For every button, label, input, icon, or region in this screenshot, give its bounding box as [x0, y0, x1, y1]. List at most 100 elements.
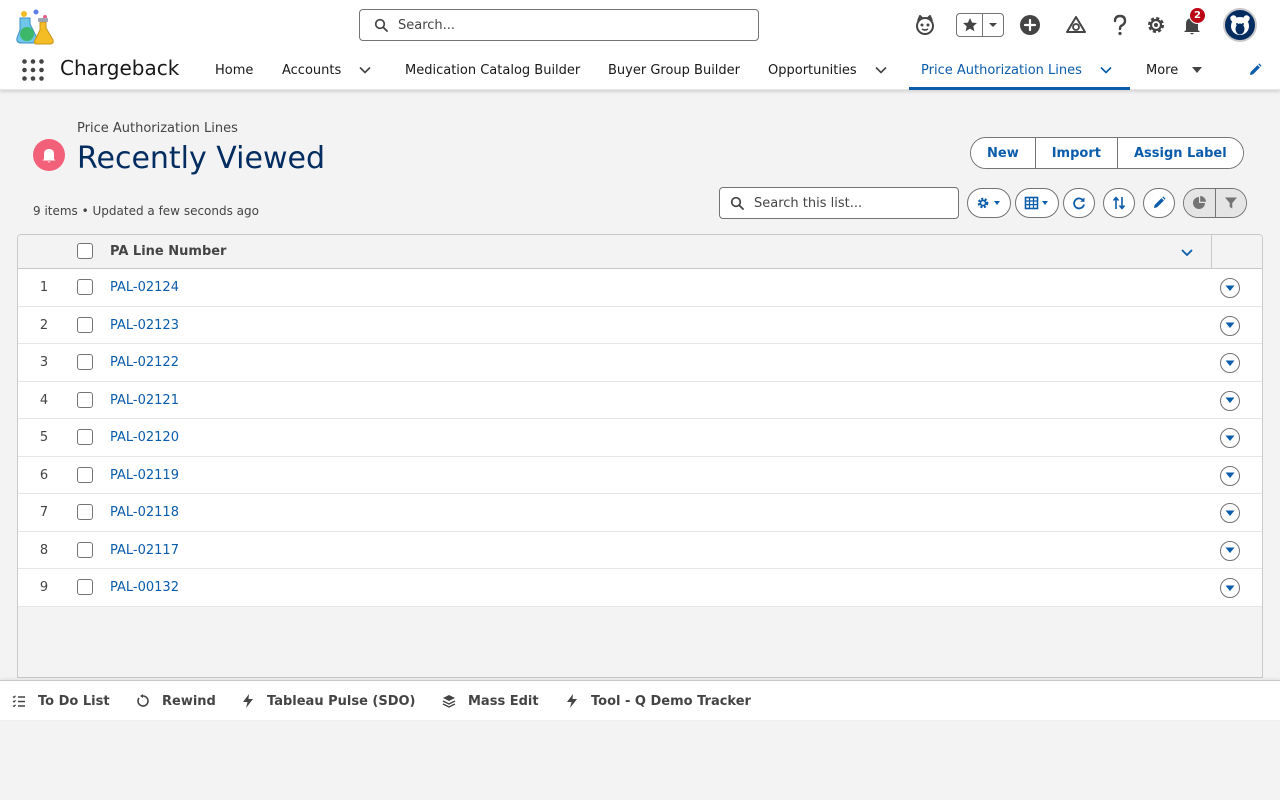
utility-item-to-do-list[interactable]: To Do List	[12, 681, 110, 721]
row-number: 7	[39, 505, 49, 520]
column-divider	[1211, 235, 1212, 269]
app-launcher-icon[interactable]	[21, 58, 45, 82]
app-name: Chargeback	[60, 56, 180, 80]
list-settings-button[interactable]	[967, 188, 1011, 218]
bolt-icon	[241, 694, 255, 708]
refresh-button[interactable]	[1063, 188, 1095, 218]
display-as-table-button[interactable]	[1015, 188, 1059, 218]
logo-icon[interactable]	[16, 8, 56, 46]
nav-item-price-authorization-lines[interactable]: Price Authorization Lines	[921, 50, 1082, 90]
row-checkbox[interactable]	[77, 504, 93, 520]
nav-item-medication-catalog-builder[interactable]: Medication Catalog Builder	[405, 50, 580, 90]
column-header-pa-line-number[interactable]: PA Line Number	[110, 244, 226, 259]
layers-icon	[442, 694, 456, 708]
new-button[interactable]: New	[971, 138, 1035, 168]
table-header: PA Line Number	[18, 235, 1262, 269]
help-icon[interactable]	[1106, 11, 1134, 39]
utility-bar: To Do List Rewind Tableau Pulse (SDO) Ma…	[0, 680, 1280, 720]
einstein-icon[interactable]	[911, 11, 939, 39]
edit-list-button[interactable]	[1143, 188, 1175, 218]
global-search-input[interactable]	[398, 17, 738, 33]
row-number: 2	[39, 317, 49, 333]
utility-item-rewind[interactable]: Rewind	[136, 681, 216, 721]
chevron-down-icon[interactable]	[983, 14, 1003, 36]
nav-item-accounts[interactable]: Accounts	[282, 50, 341, 90]
chevron-down-icon[interactable]	[1098, 62, 1114, 78]
table-row: 6 PAL-02119	[18, 456, 1262, 494]
table-row: 2 PAL-02123	[18, 306, 1262, 344]
row-action-menu-icon[interactable]	[1220, 390, 1240, 411]
add-icon[interactable]	[1016, 11, 1044, 39]
nav-item-buyer-group-builder[interactable]: Buyer Group Builder	[608, 50, 740, 90]
row-checkbox[interactable]	[77, 354, 93, 370]
page-title[interactable]: Recently Viewed	[77, 141, 325, 176]
row-checkbox[interactable]	[77, 391, 93, 408]
favorites-group	[956, 13, 1004, 37]
row-checkbox[interactable]	[77, 316, 93, 333]
app-navbar: Chargeback Home Accounts Medication Cata…	[0, 50, 1280, 90]
pa-line-number-link[interactable]: PAL-02122	[110, 355, 179, 370]
utility-item-tool-q-demo-tracker[interactable]: Tool - Q Demo Tracker	[565, 681, 751, 721]
list-meta-info: 9 items • Updated a few seconds ago	[33, 204, 259, 218]
chevron-down-icon[interactable]	[357, 62, 373, 78]
pa-line-number-link[interactable]: PAL-02121	[110, 393, 179, 408]
search-icon	[374, 18, 388, 32]
row-number: 3	[39, 355, 49, 370]
row-number: 6	[39, 467, 49, 483]
utility-item-tableau-pulse[interactable]: Tableau Pulse (SDO)	[241, 681, 416, 721]
pencil-icon[interactable]	[1248, 62, 1264, 78]
global-search[interactable]	[359, 9, 759, 41]
row-checkbox[interactable]	[77, 579, 93, 595]
import-button[interactable]: Import	[1034, 138, 1117, 168]
trailhead-icon[interactable]	[1062, 11, 1090, 39]
nav-active-indicator	[909, 87, 1130, 90]
row-action-menu-icon[interactable]	[1220, 578, 1240, 598]
list-search-input[interactable]	[754, 195, 954, 211]
row-checkbox[interactable]	[77, 279, 93, 295]
row-action-menu-icon[interactable]	[1220, 315, 1240, 336]
row-action-menu-icon[interactable]	[1220, 353, 1240, 373]
row-action-menu-icon[interactable]	[1220, 278, 1240, 298]
utility-item-label: To Do List	[38, 693, 110, 709]
row-checkbox[interactable]	[77, 429, 93, 445]
row-number: 1	[39, 280, 49, 295]
table-row: 5 PAL-02120	[18, 419, 1262, 457]
pa-line-number-link[interactable]: PAL-02123	[110, 318, 179, 333]
utility-item-label: Tool - Q Demo Tracker	[591, 693, 751, 709]
row-number: 4	[39, 392, 49, 408]
sort-button[interactable]	[1103, 188, 1135, 218]
utility-item-mass-edit[interactable]: Mass Edit	[442, 681, 539, 721]
row-checkbox[interactable]	[77, 541, 93, 558]
pa-line-number-link[interactable]: PAL-02119	[110, 468, 179, 483]
filter-icon[interactable]	[1214, 189, 1246, 217]
nav-item-more[interactable]: More	[1146, 50, 1178, 90]
avatar[interactable]	[1223, 8, 1257, 42]
row-number: 8	[39, 542, 49, 558]
list-table: PA Line Number 1 PAL-02124 2 PAL-02123 3…	[17, 234, 1263, 678]
chart-icon[interactable]	[1184, 189, 1215, 217]
row-action-menu-icon[interactable]	[1220, 465, 1240, 486]
object-label: Price Authorization Lines	[77, 121, 238, 136]
rewind-icon	[136, 694, 150, 708]
pa-line-number-link[interactable]: PAL-02117	[110, 543, 179, 558]
select-all-checkbox[interactable]	[77, 243, 93, 259]
nav-item-home[interactable]: Home	[215, 50, 253, 90]
star-icon[interactable]	[957, 14, 983, 36]
list-search[interactable]	[719, 187, 959, 219]
search-icon	[730, 196, 744, 210]
gear-icon[interactable]	[1142, 11, 1170, 39]
utility-item-label: Rewind	[162, 693, 216, 709]
chevron-down-icon[interactable]	[1180, 244, 1196, 260]
pa-line-number-link[interactable]: PAL-02120	[110, 430, 179, 445]
chevron-down-icon[interactable]	[873, 62, 889, 78]
row-checkbox[interactable]	[77, 466, 93, 483]
pa-line-number-link[interactable]: PAL-02124	[110, 280, 179, 295]
pa-line-number-link[interactable]: PAL-00132	[110, 580, 179, 595]
row-action-menu-icon[interactable]	[1220, 428, 1240, 448]
caret-down-icon[interactable]	[1189, 62, 1205, 78]
nav-item-opportunities[interactable]: Opportunities	[768, 50, 857, 90]
pa-line-number-link[interactable]: PAL-02118	[110, 505, 179, 520]
row-action-menu-icon[interactable]	[1220, 540, 1240, 561]
assign-label-button[interactable]: Assign Label	[1116, 138, 1243, 168]
row-action-menu-icon[interactable]	[1220, 503, 1240, 523]
